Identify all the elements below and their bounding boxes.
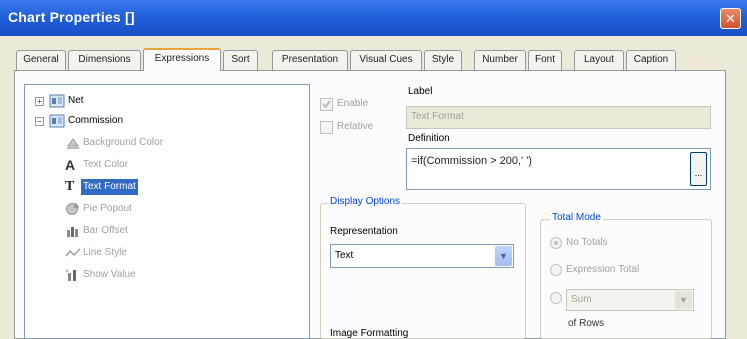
no-totals-label: No Totals [566, 237, 608, 248]
tab-presentation[interactable]: Presentation [272, 50, 348, 70]
expression-tree[interactable]: + Net − Commission Background Color A Te… [24, 84, 310, 339]
tree-item-pie-popout[interactable]: Pie Popout [65, 201, 185, 217]
chevron-down-icon[interactable]: ▼ [675, 291, 692, 309]
tree-item-show-value[interactable]: # Show Value [65, 267, 185, 283]
tab-visual-cues[interactable]: Visual Cues [350, 50, 422, 70]
tree-item-label: Show Value [83, 269, 136, 280]
tab-dimensions[interactable]: Dimensions [68, 50, 141, 70]
expression-total-radio[interactable] [550, 264, 562, 276]
sum-value: Sum [571, 294, 592, 305]
text-format-icon: T [65, 179, 75, 194]
display-options-title: Display Options [328, 196, 403, 207]
tree-item-label: Bar Offset [83, 225, 128, 236]
window-title: Chart Properties [] [8, 9, 135, 25]
representation-value: Text [335, 250, 354, 261]
show-value-icon: # [65, 268, 81, 282]
tree-item-label: Net [68, 95, 84, 106]
tree-item-text-format[interactable]: T Text Format [65, 179, 185, 195]
tab-font[interactable]: Font [528, 50, 562, 70]
line-style-icon [65, 246, 81, 260]
definition-field[interactable]: =if(Commission > 200,' ') [406, 148, 711, 190]
expand-icon[interactable]: + [35, 97, 44, 106]
tree-item-label: Commission [68, 115, 124, 126]
tree-item-label: Line Style [83, 247, 127, 258]
text-color-icon: A [65, 157, 76, 173]
representation-select[interactable]: Text ▼ [330, 244, 514, 268]
image-formatting-label: Image Formatting [330, 328, 409, 339]
pie-popout-icon [65, 202, 81, 216]
expression-icon [49, 94, 65, 108]
tab-caption[interactable]: Caption [626, 50, 676, 70]
sum-select[interactable]: Sum ▼ [566, 289, 694, 311]
tree-item-label: Pie Popout [83, 203, 132, 214]
edit-expression-button[interactable]: ... [690, 152, 707, 186]
tree-item-label: Text Color [83, 159, 129, 170]
tree-item-label: Text Format [81, 179, 138, 195]
close-icon[interactable]: ✕ [720, 8, 741, 29]
tree-item-line-style[interactable]: Line Style [65, 245, 185, 261]
label-field[interactable]: Text Format [406, 106, 711, 129]
tab-general[interactable]: General [16, 50, 66, 70]
relative-checkbox[interactable] [320, 121, 333, 134]
tab-style[interactable]: Style [424, 50, 462, 70]
enable-label: Enable [337, 98, 369, 109]
definition-caption: Definition [408, 133, 450, 144]
svg-text:#: # [66, 268, 69, 273]
tab-layout[interactable]: Layout [574, 50, 624, 70]
no-totals-radio[interactable] [550, 237, 562, 249]
representation-label: Representation [330, 226, 398, 237]
tree-item-text-color[interactable]: A Text Color [65, 157, 185, 173]
total-mode-title: Total Mode [550, 212, 603, 223]
bar-offset-icon [65, 224, 81, 238]
collapse-icon[interactable]: − [35, 117, 44, 126]
tree-item-background-color[interactable]: Background Color [65, 135, 215, 151]
of-rows-label: of Rows [568, 318, 605, 329]
enable-checkbox[interactable] [320, 98, 333, 111]
relative-label: Relative [337, 121, 374, 132]
title-bar: Chart Properties [] ✕ [0, 0, 747, 36]
chevron-down-icon[interactable]: ▼ [495, 246, 512, 266]
label-caption: Label [408, 86, 433, 97]
tab-expressions[interactable]: Expressions [143, 48, 221, 71]
tree-item-net[interactable]: + Net [35, 93, 155, 109]
tree-item-bar-offset[interactable]: Bar Offset [65, 223, 185, 239]
expression-total-label: Expression Total [566, 264, 640, 275]
tab-number[interactable]: Number [474, 50, 526, 70]
expression-icon [49, 114, 65, 128]
display-options-group [320, 203, 526, 339]
tree-item-commission[interactable]: − Commission [35, 113, 175, 129]
tree-item-label: Background Color [83, 137, 164, 148]
sum-radio[interactable] [550, 292, 562, 304]
tab-sort[interactable]: Sort [223, 50, 258, 70]
background-color-icon [65, 136, 81, 150]
